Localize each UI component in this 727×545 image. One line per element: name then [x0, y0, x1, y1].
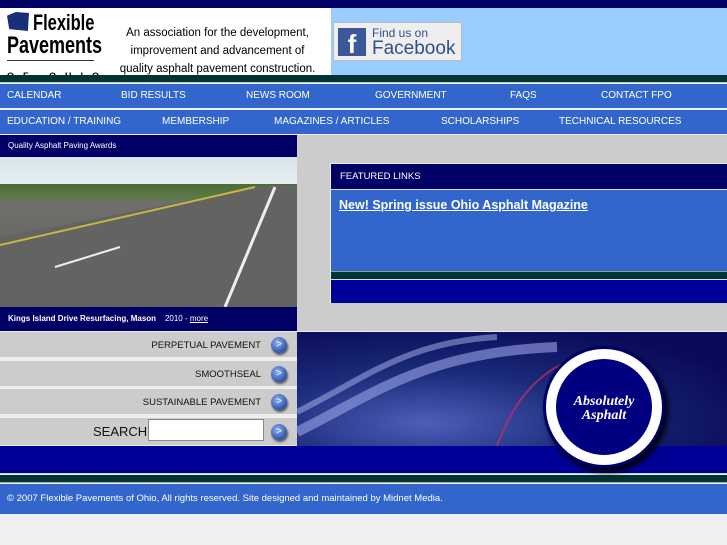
- more-link[interactable]: more: [190, 314, 208, 323]
- search-row: SEARCH >: [0, 418, 297, 446]
- absolutely-asphalt-seal: Absolutely Asphalt: [543, 346, 665, 468]
- smoothseal-link[interactable]: SMOOTHSEAL >: [0, 361, 297, 388]
- nav-bid-results[interactable]: BID RESULTS: [121, 84, 186, 108]
- arrow-right-circle-icon: >: [271, 394, 287, 410]
- facebook-button[interactable]: f Find us on Facebook: [333, 22, 462, 61]
- link-label: SMOOTHSEAL: [195, 369, 261, 380]
- featured-links-heading: FEATURED LINKS: [331, 164, 727, 189]
- nav-government[interactable]: GOVERNMENT: [375, 84, 447, 108]
- perpetual-pavement-link[interactable]: PERPETUAL PAVEMENT >: [0, 332, 297, 359]
- awards-title: Quality Asphalt Paving Awards: [0, 135, 297, 157]
- nav-education[interactable]: EDUCATION / TRAINING: [7, 110, 121, 134]
- tagline-line: improvement and advancement of: [130, 45, 305, 57]
- logo-line1: Flexible: [33, 10, 95, 35]
- arrow-right-circle-icon: >: [271, 337, 287, 353]
- facebook-icon: f: [338, 27, 366, 59]
- arrow-right-circle-icon: >: [271, 366, 287, 382]
- logo-line2: Pavements: [7, 32, 103, 59]
- seal-text: Absolutely Asphalt: [573, 394, 635, 423]
- featured-links-box: FEATURED LINKS New! Spring issue Ohio As…: [330, 163, 727, 303]
- logo[interactable]: Flexible Pavements OF OHIO An associatio…: [0, 8, 331, 81]
- link-label: PERPETUAL PAVEMENT: [151, 340, 261, 351]
- tagline: An association for the development, impr…: [110, 24, 325, 78]
- nav-calendar[interactable]: CALENDAR: [7, 84, 61, 108]
- top-bar: [0, 0, 727, 8]
- nav-news-room[interactable]: NEWS ROOM: [246, 84, 310, 108]
- nav-row-1: CALENDAR BID RESULTS NEWS ROOM GOVERNMEN…: [0, 84, 727, 108]
- nav-technical-resources[interactable]: TECHNICAL RESOURCES: [559, 110, 681, 134]
- tagline-line: An association for the development,: [126, 27, 309, 39]
- link-label: SUSTAINABLE PAVEMENT: [142, 397, 261, 408]
- nav-membership[interactable]: MEMBERSHIP: [162, 110, 229, 134]
- photo-caption: Kings Island Drive Resurfacing, Mason 20…: [0, 307, 297, 331]
- ohio-map-icon: [7, 12, 29, 31]
- sustainable-pavement-link[interactable]: SUSTAINABLE PAVEMENT >: [0, 389, 297, 416]
- caption-text: Kings Island Drive Resurfacing, Mason: [8, 314, 157, 323]
- facebook-line2: Facebook: [372, 37, 456, 59]
- featured-link[interactable]: New! Spring issue Ohio Asphalt Magazine: [339, 198, 588, 212]
- search-label: SEARCH: [93, 424, 148, 439]
- search-input[interactable]: [148, 419, 264, 441]
- divider: [0, 475, 727, 483]
- nav-magazines[interactable]: MAGAZINES / ARTICLES: [274, 110, 389, 134]
- footer: © 2007 Flexible Pavements of Ohio, All r…: [0, 484, 727, 514]
- nav-contact[interactable]: CONTACT FPO: [601, 84, 672, 108]
- nav-row-2: EDUCATION / TRAINING MEMBERSHIP MAGAZINE…: [0, 110, 727, 134]
- road-photo[interactable]: [0, 157, 297, 307]
- nav-scholarships[interactable]: SCHOLARSHIPS: [441, 110, 519, 134]
- search-go-button[interactable]: >: [271, 424, 287, 440]
- caption-year: 2010 -: [164, 314, 188, 323]
- nav-faqs[interactable]: FAQS: [510, 84, 537, 108]
- divider: [0, 75, 727, 83]
